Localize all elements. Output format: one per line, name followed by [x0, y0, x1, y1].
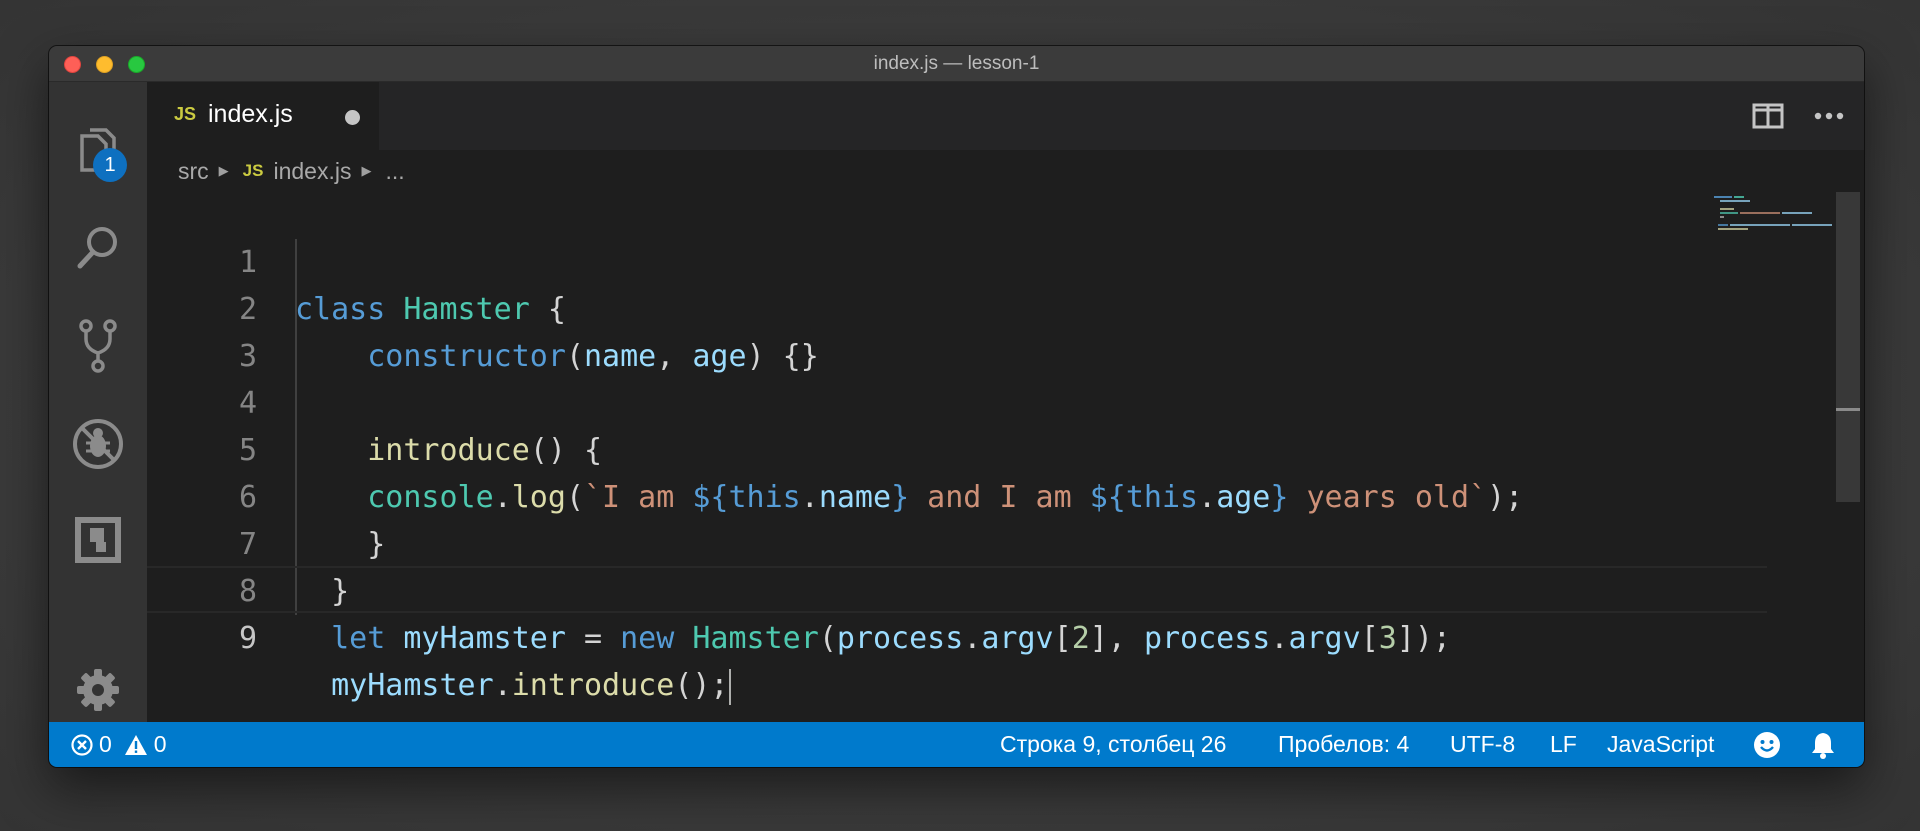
more-actions-button[interactable]: [1812, 102, 1846, 130]
js-file-icon: JS: [242, 161, 264, 180]
problems-status[interactable]: 0 0: [71, 722, 167, 767]
encoding-status[interactable]: UTF-8: [1450, 722, 1515, 767]
source-control-icon: [79, 319, 117, 373]
code-text: let myHamster = new Hamster(process.argv…: [331, 621, 1451, 656]
breadcrumb-file[interactable]: index.js: [273, 158, 351, 185]
code-line: 2 constructor(name, age) {}: [147, 239, 1767, 374]
debug-button[interactable]: [70, 416, 126, 472]
source-control-button[interactable]: [70, 318, 126, 374]
code-line: 4 introduce() {: [147, 333, 1767, 468]
explorer-button[interactable]: 1: [70, 124, 127, 182]
status-bar: 0 0 Строка 9, столбец 26 Пробелов: 4 UTF…: [49, 722, 1864, 767]
breadcrumb-folder[interactable]: src: [178, 158, 209, 185]
code-line: 8 let myHamster = new Hamster(process.ar…: [147, 521, 1767, 656]
tab-label: index.js: [208, 100, 293, 128]
warning-icon: [124, 734, 147, 755]
editor-window: index.js — lesson-1 1 JS index.js src ▶ …: [49, 46, 1864, 767]
split-editor-button[interactable]: [1752, 102, 1784, 130]
extensions-icon: [75, 517, 121, 563]
error-count: 0: [99, 731, 112, 757]
scrollbar-cursor-marker: [1836, 408, 1860, 411]
vertical-scrollbar[interactable]: [1836, 192, 1860, 502]
explorer-badge: 1: [93, 148, 127, 182]
search-button[interactable]: [70, 220, 126, 276]
more-icon: [1814, 112, 1844, 120]
bell-icon: [1812, 732, 1834, 759]
split-editor-icon: [1752, 103, 1784, 129]
chevron-right-icon: ▶: [218, 163, 229, 178]
code-line: 7 }: [147, 474, 1767, 609]
code-text: myHamster.introduce();: [331, 668, 731, 705]
tab-bar: JS index.js: [147, 82, 1864, 150]
code-line: 6 }: [147, 427, 1767, 562]
line-number: 9: [238, 621, 257, 656]
unsaved-dot-icon[interactable]: [345, 110, 360, 125]
extensions-button[interactable]: [70, 512, 126, 568]
code-line: 1 class Hamster {: [147, 192, 1767, 327]
gear-icon: [77, 669, 119, 711]
breadcrumb-symbols[interactable]: ...: [385, 158, 404, 185]
code-line-current: 9 myHamster.introduce();: [147, 566, 1767, 705]
minimap[interactable]: [1714, 192, 1844, 272]
notifications-button[interactable]: [1810, 722, 1836, 767]
js-file-icon: JS: [174, 104, 197, 124]
chevron-right-icon: ▶: [361, 163, 372, 178]
language-mode[interactable]: JavaScript: [1607, 722, 1714, 767]
cursor-position[interactable]: Строка 9, столбец 26: [1000, 722, 1226, 767]
text-cursor: [728, 668, 731, 705]
debug-icon: [73, 419, 123, 469]
activity-bar: 1: [49, 82, 147, 722]
manage-button[interactable]: [70, 662, 126, 718]
code-editor[interactable]: 1 class Hamster { 2 constructor(name, ag…: [147, 192, 1844, 722]
smiley-icon: [1754, 731, 1780, 758]
eol-status[interactable]: LF: [1550, 722, 1577, 767]
code-line: 3: [147, 286, 1767, 374]
feedback-button[interactable]: [1753, 722, 1781, 767]
warning-count: 0: [153, 731, 167, 757]
code-line: 5 console.log(`I am ${this.name} and I a…: [147, 380, 1767, 515]
tab-index-js[interactable]: JS index.js: [147, 82, 379, 150]
search-icon: [77, 227, 117, 269]
breadcrumb: src ▶ JS index.js ▶ ...: [178, 150, 405, 192]
title-bar: index.js — lesson-1: [49, 46, 1864, 82]
window-title: index.js — lesson-1: [873, 53, 1040, 74]
indentation-status[interactable]: Пробелов: 4: [1278, 722, 1409, 767]
error-icon: [71, 733, 93, 756]
